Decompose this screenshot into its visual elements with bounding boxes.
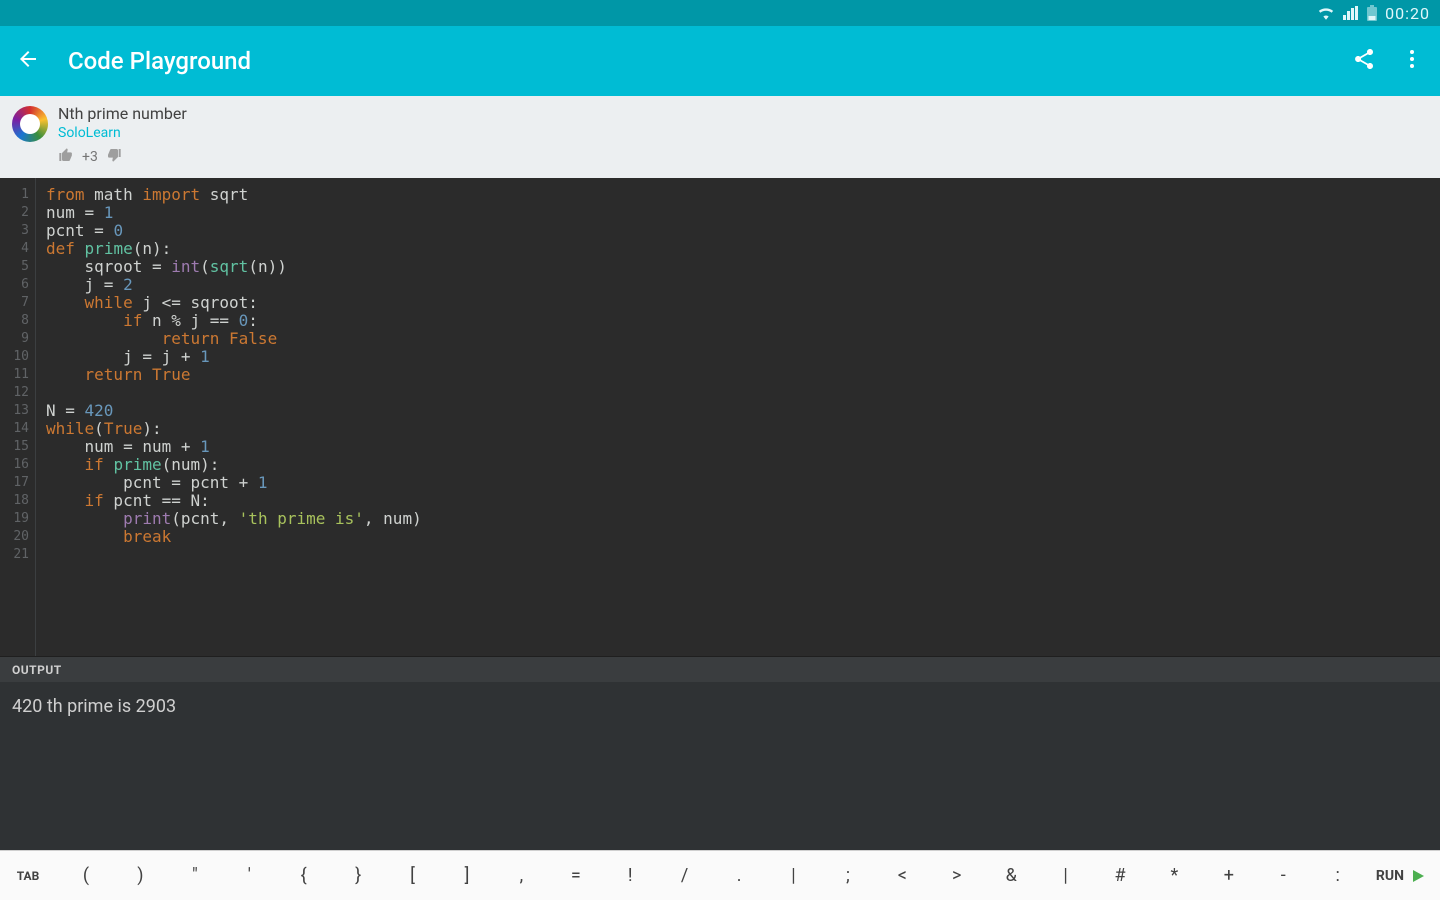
thumbs-down-icon[interactable] <box>106 147 122 167</box>
code-line: def prime(n): <box>46 240 422 258</box>
code-line: j = j + 1 <box>46 348 422 366</box>
symbol-key[interactable]: - <box>1261 865 1305 886</box>
run-button[interactable]: RUN <box>1368 868 1440 884</box>
code-line: while(True): <box>46 420 422 438</box>
code-line: N = 420 <box>46 402 422 420</box>
back-icon[interactable] <box>16 47 40 75</box>
share-icon[interactable] <box>1352 47 1376 75</box>
vote-score: +3 <box>82 149 98 165</box>
code-line: pcnt = pcnt + 1 <box>46 474 422 492</box>
symbol-key[interactable]: | <box>1044 865 1088 886</box>
code-line: if pcnt == N: <box>46 492 422 510</box>
snippet-author-link[interactable]: SoloLearn <box>58 125 187 141</box>
symbol-toolbar: TAB ()"'{}[],=!/.|;<>&|#*+-: RUN <box>0 850 1440 900</box>
symbol-key[interactable]: * <box>1152 865 1196 886</box>
code-line <box>46 384 422 402</box>
symbol-key[interactable]: ( <box>64 865 108 886</box>
symbol-key[interactable]: } <box>336 865 380 886</box>
code-line: pcnt = 0 <box>46 222 422 240</box>
app-title: Code Playground <box>68 47 1324 75</box>
code-line: return True <box>46 366 422 384</box>
symbol-key[interactable]: ) <box>118 865 162 886</box>
symbol-key[interactable]: ] <box>445 865 489 886</box>
symbol-key[interactable]: + <box>1207 865 1251 886</box>
tab-key[interactable]: TAB <box>0 869 56 883</box>
status-clock: 00:20 <box>1385 4 1430 23</box>
overflow-menu-icon[interactable] <box>1400 47 1424 75</box>
symbol-key[interactable]: = <box>554 865 598 886</box>
run-label: RUN <box>1376 868 1404 884</box>
signal-icon <box>1343 6 1359 20</box>
author-avatar[interactable] <box>12 106 48 142</box>
android-status-bar: 00:20 <box>0 0 1440 26</box>
code-line <box>46 546 422 564</box>
output-body: 420 th prime is 2903 <box>0 682 1440 850</box>
wifi-icon <box>1317 6 1335 20</box>
symbol-key[interactable]: [ <box>391 865 435 886</box>
symbol-key[interactable]: / <box>663 865 707 886</box>
symbol-key[interactable]: ; <box>826 865 870 886</box>
play-icon <box>1410 868 1426 884</box>
code-line: j = 2 <box>46 276 422 294</box>
symbol-key[interactable]: { <box>282 865 326 886</box>
symbol-key[interactable]: # <box>1098 865 1142 886</box>
symbol-key[interactable]: | <box>771 865 815 886</box>
code-line: from math import sqrt <box>46 186 422 204</box>
symbol-key[interactable]: : <box>1316 865 1360 886</box>
battery-icon <box>1367 5 1377 21</box>
code-line: if n % j == 0: <box>46 312 422 330</box>
code-line: num = 1 <box>46 204 422 222</box>
symbol-key[interactable]: " <box>173 865 217 886</box>
app-bar: Code Playground <box>0 26 1440 96</box>
symbol-key[interactable]: & <box>989 865 1033 886</box>
symbol-key[interactable]: ' <box>227 865 271 886</box>
code-editor[interactable]: 123456789101112131415161718192021 from m… <box>0 178 1440 656</box>
code-line: sqroot = int(sqrt(n)) <box>46 258 422 276</box>
output-text: 420 th prime is 2903 <box>12 696 176 717</box>
code-line: num = num + 1 <box>46 438 422 456</box>
code-area[interactable]: from math import sqrtnum = 1pcnt = 0def … <box>36 178 432 656</box>
symbol-key[interactable]: ! <box>608 865 652 886</box>
code-line: while j <= sqroot: <box>46 294 422 312</box>
code-line: return False <box>46 330 422 348</box>
snippet-title: Nth prime number <box>58 104 187 123</box>
symbol-key[interactable]: < <box>880 865 924 886</box>
code-line: if prime(num): <box>46 456 422 474</box>
thumbs-up-icon[interactable] <box>58 147 74 167</box>
symbol-key[interactable]: , <box>499 865 543 886</box>
code-line: print(pcnt, 'th prime is', num) <box>46 510 422 528</box>
symbol-key[interactable]: . <box>717 865 761 886</box>
output-header: OUTPUT <box>0 656 1440 682</box>
code-line: break <box>46 528 422 546</box>
line-number-gutter: 123456789101112131415161718192021 <box>0 178 36 656</box>
symbol-key[interactable]: > <box>935 865 979 886</box>
snippet-info-bar: Nth prime number SoloLearn +3 <box>0 96 1440 178</box>
